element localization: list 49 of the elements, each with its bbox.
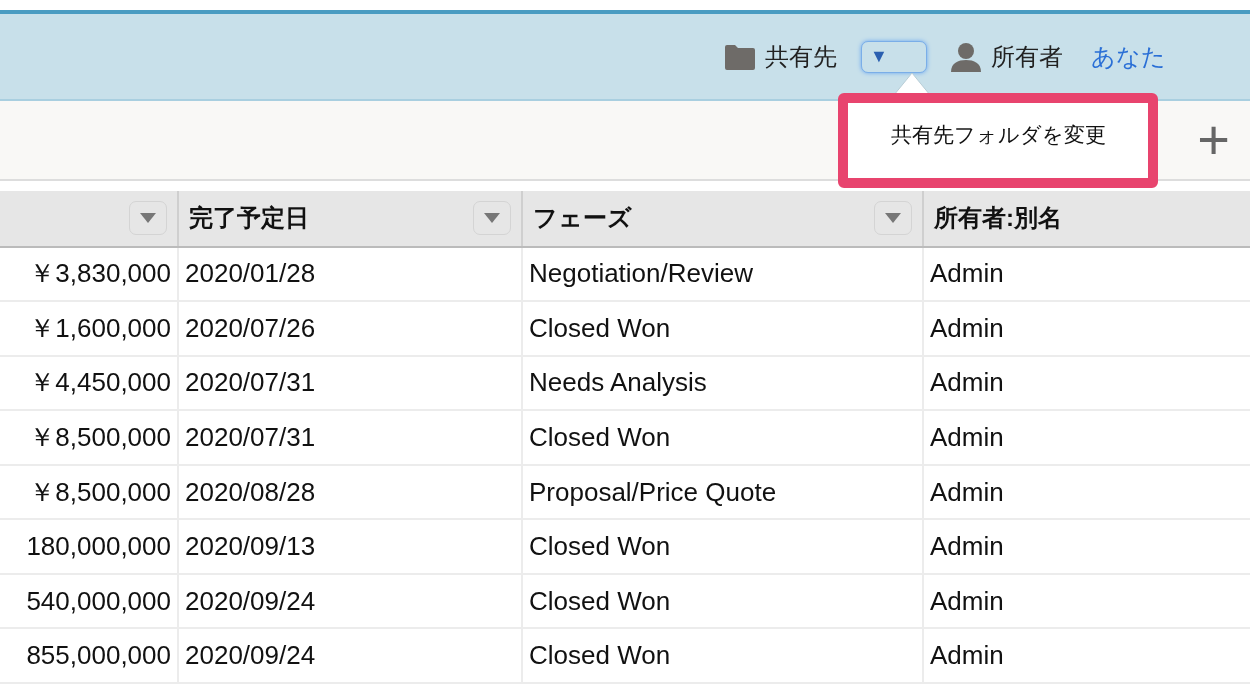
column-title: フェーズ: [533, 203, 632, 234]
table-cell: ￥8,500,000: [0, 411, 177, 464]
caret-icon: [885, 213, 901, 224]
table-cell: Closed Won: [523, 302, 922, 355]
column-menu-button[interactable]: [129, 201, 167, 236]
column-menu-button[interactable]: [874, 201, 912, 236]
table-cell: Closed Won: [523, 520, 922, 573]
table-cell: 2020/07/31: [179, 411, 521, 464]
column-title: 完了予定日: [189, 203, 309, 234]
caret-icon: [140, 213, 156, 224]
table-cell: Needs Analysis: [523, 356, 922, 410]
table-cell: 2020/09/24: [179, 574, 521, 628]
table-cell: Admin: [924, 465, 1250, 519]
table-cell: Closed Won: [523, 411, 922, 464]
table-cell: Admin: [924, 247, 1250, 301]
table-cell: 2020/01/28: [179, 247, 521, 301]
table-cell: Admin: [924, 629, 1250, 682]
table-cell: Admin: [924, 356, 1250, 410]
table-cell: ￥8,500,000: [0, 465, 177, 519]
folder-dropdown-button[interactable]: ▼: [861, 40, 927, 73]
table-cell: 540,000,000: [0, 574, 177, 628]
table-cell: 2020/07/31: [179, 356, 521, 410]
shared-label: 共有先: [765, 41, 837, 72]
caret-icon: [484, 213, 500, 224]
column-menu-button[interactable]: [473, 201, 511, 236]
column-title: 所有者:別名: [934, 203, 1062, 234]
table-cell: Admin: [924, 411, 1250, 464]
table-cell: ￥1,600,000: [0, 302, 177, 355]
table-cell: 180,000,000: [0, 520, 177, 573]
owner-label: 所有者: [991, 41, 1063, 72]
folder-icon: [725, 43, 755, 70]
table-cell: ￥4,450,000: [0, 356, 177, 410]
person-icon: [951, 41, 981, 72]
owner-link[interactable]: あなた: [1091, 40, 1166, 73]
table-cell: 2020/07/26: [179, 302, 521, 355]
change-folder-menu-item[interactable]: 共有先フォルダを変更: [890, 120, 1106, 149]
add-button[interactable]: +: [1197, 112, 1230, 169]
table-cell: 855,000,000: [0, 629, 177, 682]
table-cell: Negotiation/Review: [523, 247, 922, 301]
table-cell: Admin: [924, 302, 1250, 355]
table-cell: Proposal/Price Quote: [523, 465, 922, 519]
table-cell: 2020/09/24: [179, 629, 521, 682]
table-cell: Admin: [924, 520, 1250, 573]
table-cell: 2020/08/28: [179, 465, 521, 519]
table-cell: Closed Won: [523, 629, 922, 682]
table-cell: 2020/09/13: [179, 520, 521, 573]
table-cell: Admin: [924, 574, 1250, 628]
table-cell: Closed Won: [523, 574, 922, 628]
table-cell: ￥3,830,000: [0, 247, 177, 301]
